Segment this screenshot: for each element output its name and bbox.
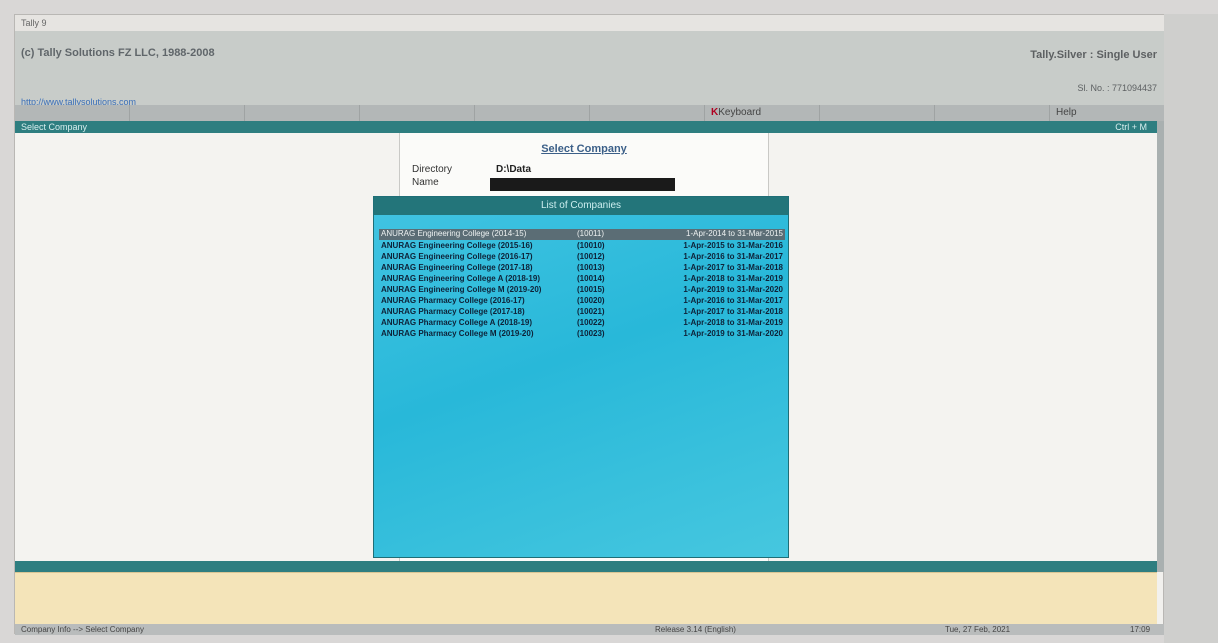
copyright-text: (c) Tally Solutions FZ LLC, 1988-2008 [21, 47, 215, 59]
calculator-strip [15, 561, 1157, 572]
status-bar: Company Info --> Select Company Release … [15, 624, 1165, 635]
menu-item-4[interactable] [360, 105, 475, 121]
desktop-edge [1164, 14, 1218, 643]
company-number: (10022) [577, 318, 605, 327]
company-number: (10020) [577, 296, 605, 305]
company-number: (10014) [577, 274, 605, 283]
menu-item-3[interactable] [245, 105, 360, 121]
company-period: 1-Apr-2015 to 31-Mar-2016 [683, 241, 783, 250]
title-strip: Select Company Ctrl + M [15, 121, 1157, 133]
serial-number: Sl. No. : 771094437 [1077, 83, 1157, 93]
menu-item-8[interactable] [820, 105, 935, 121]
company-name: ANURAG Pharmacy College (2017-18) [381, 307, 525, 316]
calculator-area[interactable] [15, 572, 1157, 624]
menu-label: Keyboard [718, 107, 762, 118]
company-name: ANURAG Pharmacy College M (2019-20) [381, 329, 534, 338]
status-release: Release 3.14 (English) [655, 625, 736, 634]
company-name: ANURAG Engineering College (2014-15) [381, 229, 527, 238]
status-date: Tue, 27 Feb, 2021 [945, 625, 1011, 634]
company-name: ANURAG Engineering College (2016-17) [381, 252, 533, 261]
company-period: 1-Apr-2019 to 31-Mar-2020 [683, 285, 783, 294]
list-item[interactable]: ANURAG Engineering College A (2018-19) (1… [379, 274, 785, 285]
tally-window: Tally 9 (c) Tally Solutions FZ LLC, 1988… [14, 14, 1165, 635]
list-item[interactable]: ANURAG Pharmacy College (2016-17) (10020)… [379, 296, 785, 307]
screen: Tally 9 (c) Tally Solutions FZ LLC, 1988… [0, 0, 1218, 643]
company-number: (10013) [577, 263, 605, 272]
list-selected-row[interactable]: ANURAG Engineering College (2014-15) (10… [379, 229, 785, 240]
company-period: 1-Apr-2017 to 31-Mar-2018 [683, 307, 783, 316]
directory-value: D:\Data [496, 164, 532, 175]
menu-item-5[interactable] [475, 105, 590, 121]
menu-item-help[interactable]: Help [1050, 105, 1165, 121]
list-item[interactable]: ANURAG Pharmacy College (2017-18) (10021)… [379, 307, 785, 318]
company-period: 1-Apr-2014 to 31-Mar-2015 [686, 229, 783, 238]
menu-item-9[interactable] [935, 105, 1050, 121]
menu-item-keyboard[interactable]: KKeyboard [705, 105, 820, 121]
company-period: 1-Apr-2019 to 31-Mar-2020 [683, 329, 783, 338]
screen-shortcut: Ctrl + M [1115, 122, 1147, 132]
list-item[interactable]: ANURAG Engineering College (2016-17) (100… [379, 252, 785, 263]
list-item[interactable]: ANURAG Engineering College M (2019-20) (1… [379, 285, 785, 296]
company-name: ANURAG Engineering College (2015-16) [381, 241, 533, 250]
company-name: ANURAG Engineering College (2017-18) [381, 263, 533, 272]
company-period: 1-Apr-2017 to 31-Mar-2018 [683, 263, 783, 272]
menu-item-1[interactable] [15, 105, 130, 121]
status-path: Company Info --> Select Company [21, 625, 144, 634]
directory-label: Directory [412, 164, 453, 175]
menu-bar: KKeyboard Help [15, 105, 1165, 121]
company-period: 1-Apr-2018 to 31-Mar-2019 [683, 318, 783, 327]
company-number: (10010) [577, 241, 605, 250]
company-period: 1-Apr-2016 to 31-Mar-2017 [683, 252, 783, 261]
company-name: ANURAG Pharmacy College (2016-17) [381, 296, 525, 305]
screen-title: Select Company [21, 122, 88, 132]
company-list-popup: List of Companies ANURAG Engineering Col… [373, 196, 789, 558]
name-field[interactable] [490, 178, 675, 191]
header-area: (c) Tally Solutions FZ LLC, 1988-2008 ht… [15, 31, 1165, 107]
company-name: ANURAG Pharmacy College A (2018-19) [381, 318, 533, 327]
list-item[interactable]: ANURAG Engineering College (2017-18) (100… [379, 263, 785, 274]
company-number: (10011) [577, 229, 604, 238]
company-number: (10015) [577, 285, 605, 294]
company-number: (10021) [577, 307, 605, 316]
menu-item-2[interactable] [130, 105, 245, 121]
list-item[interactable]: ANURAG Pharmacy College A (2018-19) (1002… [379, 318, 785, 329]
edition-text: Tally.Silver : Single User [1030, 49, 1157, 61]
status-time: 17:09 [1130, 625, 1151, 634]
menu-item-6[interactable] [590, 105, 705, 121]
window-title: Tally 9 [15, 15, 1165, 31]
company-number: (10023) [577, 329, 605, 338]
name-label: Name [412, 177, 439, 188]
list-item[interactable]: ANURAG Engineering College (2015-16) (100… [379, 241, 785, 252]
company-period: 1-Apr-2016 to 31-Mar-2017 [683, 296, 783, 305]
list-header: List of Companies [374, 197, 788, 215]
company-name: ANURAG Engineering College M (2019-20) [381, 285, 542, 294]
menu-label: Help [1056, 107, 1077, 118]
company-period: 1-Apr-2018 to 31-Mar-2019 [683, 274, 783, 283]
panel-title: Select Company [541, 143, 627, 155]
company-name: ANURAG Engineering College A (2018-19) [381, 274, 540, 283]
list-item[interactable]: ANURAG Pharmacy College M (2019-20) (1002… [379, 329, 785, 340]
company-number: (10012) [577, 252, 605, 261]
